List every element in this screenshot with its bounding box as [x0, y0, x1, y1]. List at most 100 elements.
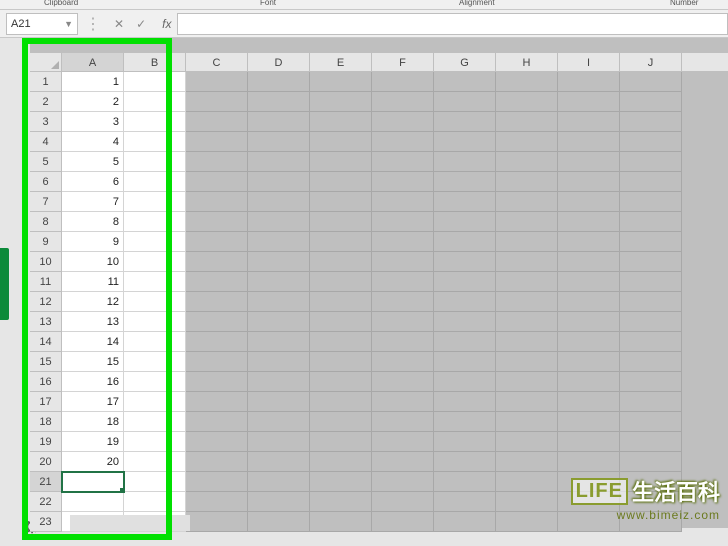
row-header[interactable]: 6 [30, 172, 62, 192]
cell[interactable] [558, 72, 620, 92]
row-header[interactable]: 17 [30, 392, 62, 412]
cell[interactable] [248, 412, 310, 432]
cell[interactable] [496, 72, 558, 92]
cell[interactable] [434, 192, 496, 212]
cell[interactable] [620, 392, 682, 412]
cell[interactable] [124, 492, 186, 512]
cell[interactable] [620, 212, 682, 232]
cell[interactable] [558, 432, 620, 452]
cell[interactable] [186, 372, 248, 392]
cell[interactable] [310, 92, 372, 112]
cell[interactable] [372, 172, 434, 192]
cell[interactable]: 20 [62, 452, 124, 472]
cell[interactable]: 8 [62, 212, 124, 232]
cell[interactable] [496, 172, 558, 192]
cell[interactable] [372, 152, 434, 172]
cell[interactable] [124, 452, 186, 472]
cell[interactable] [248, 192, 310, 212]
sheet-tab-strip[interactable] [70, 515, 190, 531]
row-header[interactable]: 19 [30, 432, 62, 452]
cell[interactable] [496, 392, 558, 412]
cell[interactable] [434, 412, 496, 432]
col-header-A[interactable]: A [62, 53, 124, 71]
cell[interactable] [558, 92, 620, 112]
cell[interactable] [248, 372, 310, 392]
cell[interactable]: 16 [62, 372, 124, 392]
cell[interactable] [186, 112, 248, 132]
cell[interactable] [434, 432, 496, 452]
cell[interactable] [186, 212, 248, 232]
cell[interactable] [248, 252, 310, 272]
cell[interactable] [496, 312, 558, 332]
cell[interactable] [186, 432, 248, 452]
cell[interactable] [248, 272, 310, 292]
cell[interactable] [310, 232, 372, 252]
cell[interactable] [248, 92, 310, 112]
cell[interactable] [434, 312, 496, 332]
cell[interactable] [496, 272, 558, 292]
cell[interactable] [124, 392, 186, 412]
row-header[interactable]: 15 [30, 352, 62, 372]
cell[interactable] [620, 252, 682, 272]
row-header[interactable]: 21 [30, 472, 62, 492]
cell[interactable] [124, 232, 186, 252]
cell[interactable] [558, 332, 620, 352]
cell[interactable] [186, 392, 248, 412]
row-header[interactable]: 9 [30, 232, 62, 252]
cell[interactable] [372, 212, 434, 232]
cell[interactable] [496, 112, 558, 132]
row-header[interactable]: 13 [30, 312, 62, 332]
cell[interactable] [434, 212, 496, 232]
cell[interactable] [496, 512, 558, 532]
cell[interactable] [496, 252, 558, 272]
cell[interactable] [186, 232, 248, 252]
cell[interactable] [434, 72, 496, 92]
cell[interactable] [558, 312, 620, 332]
cell[interactable] [310, 272, 372, 292]
cell[interactable]: 10 [62, 252, 124, 272]
cell[interactable] [124, 172, 186, 192]
cell[interactable] [248, 512, 310, 532]
cell[interactable] [558, 292, 620, 312]
cell[interactable] [496, 412, 558, 432]
cell[interactable] [620, 292, 682, 312]
col-header-D[interactable]: D [248, 53, 310, 71]
cell[interactable] [248, 452, 310, 472]
cell[interactable] [434, 92, 496, 112]
cell[interactable]: 7 [62, 192, 124, 212]
cell[interactable] [372, 112, 434, 132]
row-header[interactable]: 10 [30, 252, 62, 272]
cell[interactable] [186, 412, 248, 432]
cell[interactable] [434, 172, 496, 192]
cell[interactable] [558, 152, 620, 172]
cell[interactable] [248, 292, 310, 312]
cell[interactable] [248, 112, 310, 132]
cell[interactable] [124, 332, 186, 352]
cell[interactable] [124, 352, 186, 372]
cell[interactable] [620, 352, 682, 372]
cell[interactable] [248, 212, 310, 232]
cell[interactable] [372, 392, 434, 412]
cell[interactable] [124, 132, 186, 152]
cell[interactable] [124, 472, 186, 492]
cell[interactable] [186, 172, 248, 192]
cell[interactable] [496, 152, 558, 172]
cell[interactable] [496, 192, 558, 212]
cell[interactable] [620, 232, 682, 252]
cell[interactable] [372, 132, 434, 152]
row-header[interactable]: 22 [30, 492, 62, 512]
cell[interactable]: 1 [62, 72, 124, 92]
cell[interactable] [620, 172, 682, 192]
cell[interactable]: 17 [62, 392, 124, 412]
cell[interactable] [124, 412, 186, 432]
cell[interactable]: 5 [62, 152, 124, 172]
cell[interactable] [496, 352, 558, 372]
cell[interactable] [372, 512, 434, 532]
cell[interactable] [310, 452, 372, 472]
col-header-I[interactable]: I [558, 53, 620, 71]
cell[interactable] [558, 172, 620, 192]
cell[interactable] [310, 132, 372, 152]
cell[interactable] [558, 372, 620, 392]
cell[interactable] [310, 412, 372, 432]
cell[interactable] [248, 472, 310, 492]
